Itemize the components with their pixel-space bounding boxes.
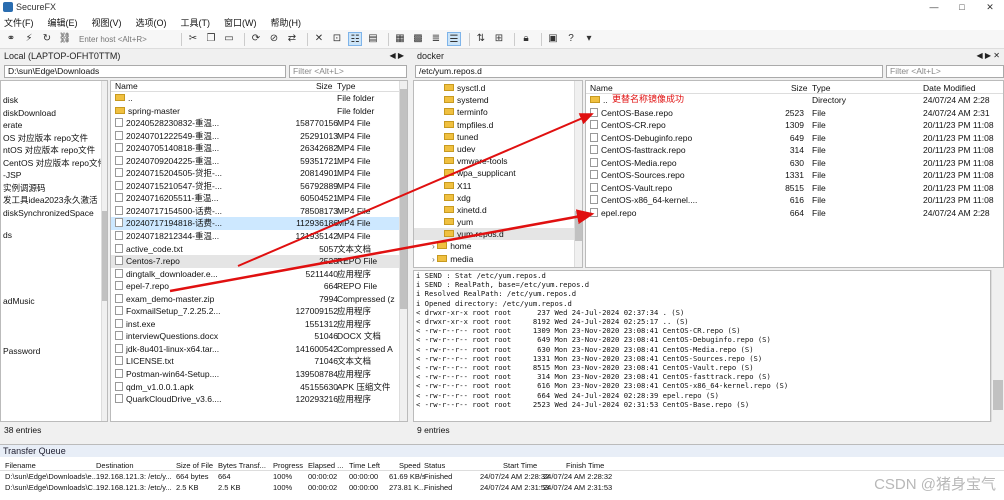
arrow-epel-to-epel xyxy=(169,209,595,293)
arrow-centos-to-base xyxy=(237,113,594,267)
watermark: CSDN @猪身宝气 xyxy=(874,476,996,493)
annotation-arrows xyxy=(169,113,595,293)
